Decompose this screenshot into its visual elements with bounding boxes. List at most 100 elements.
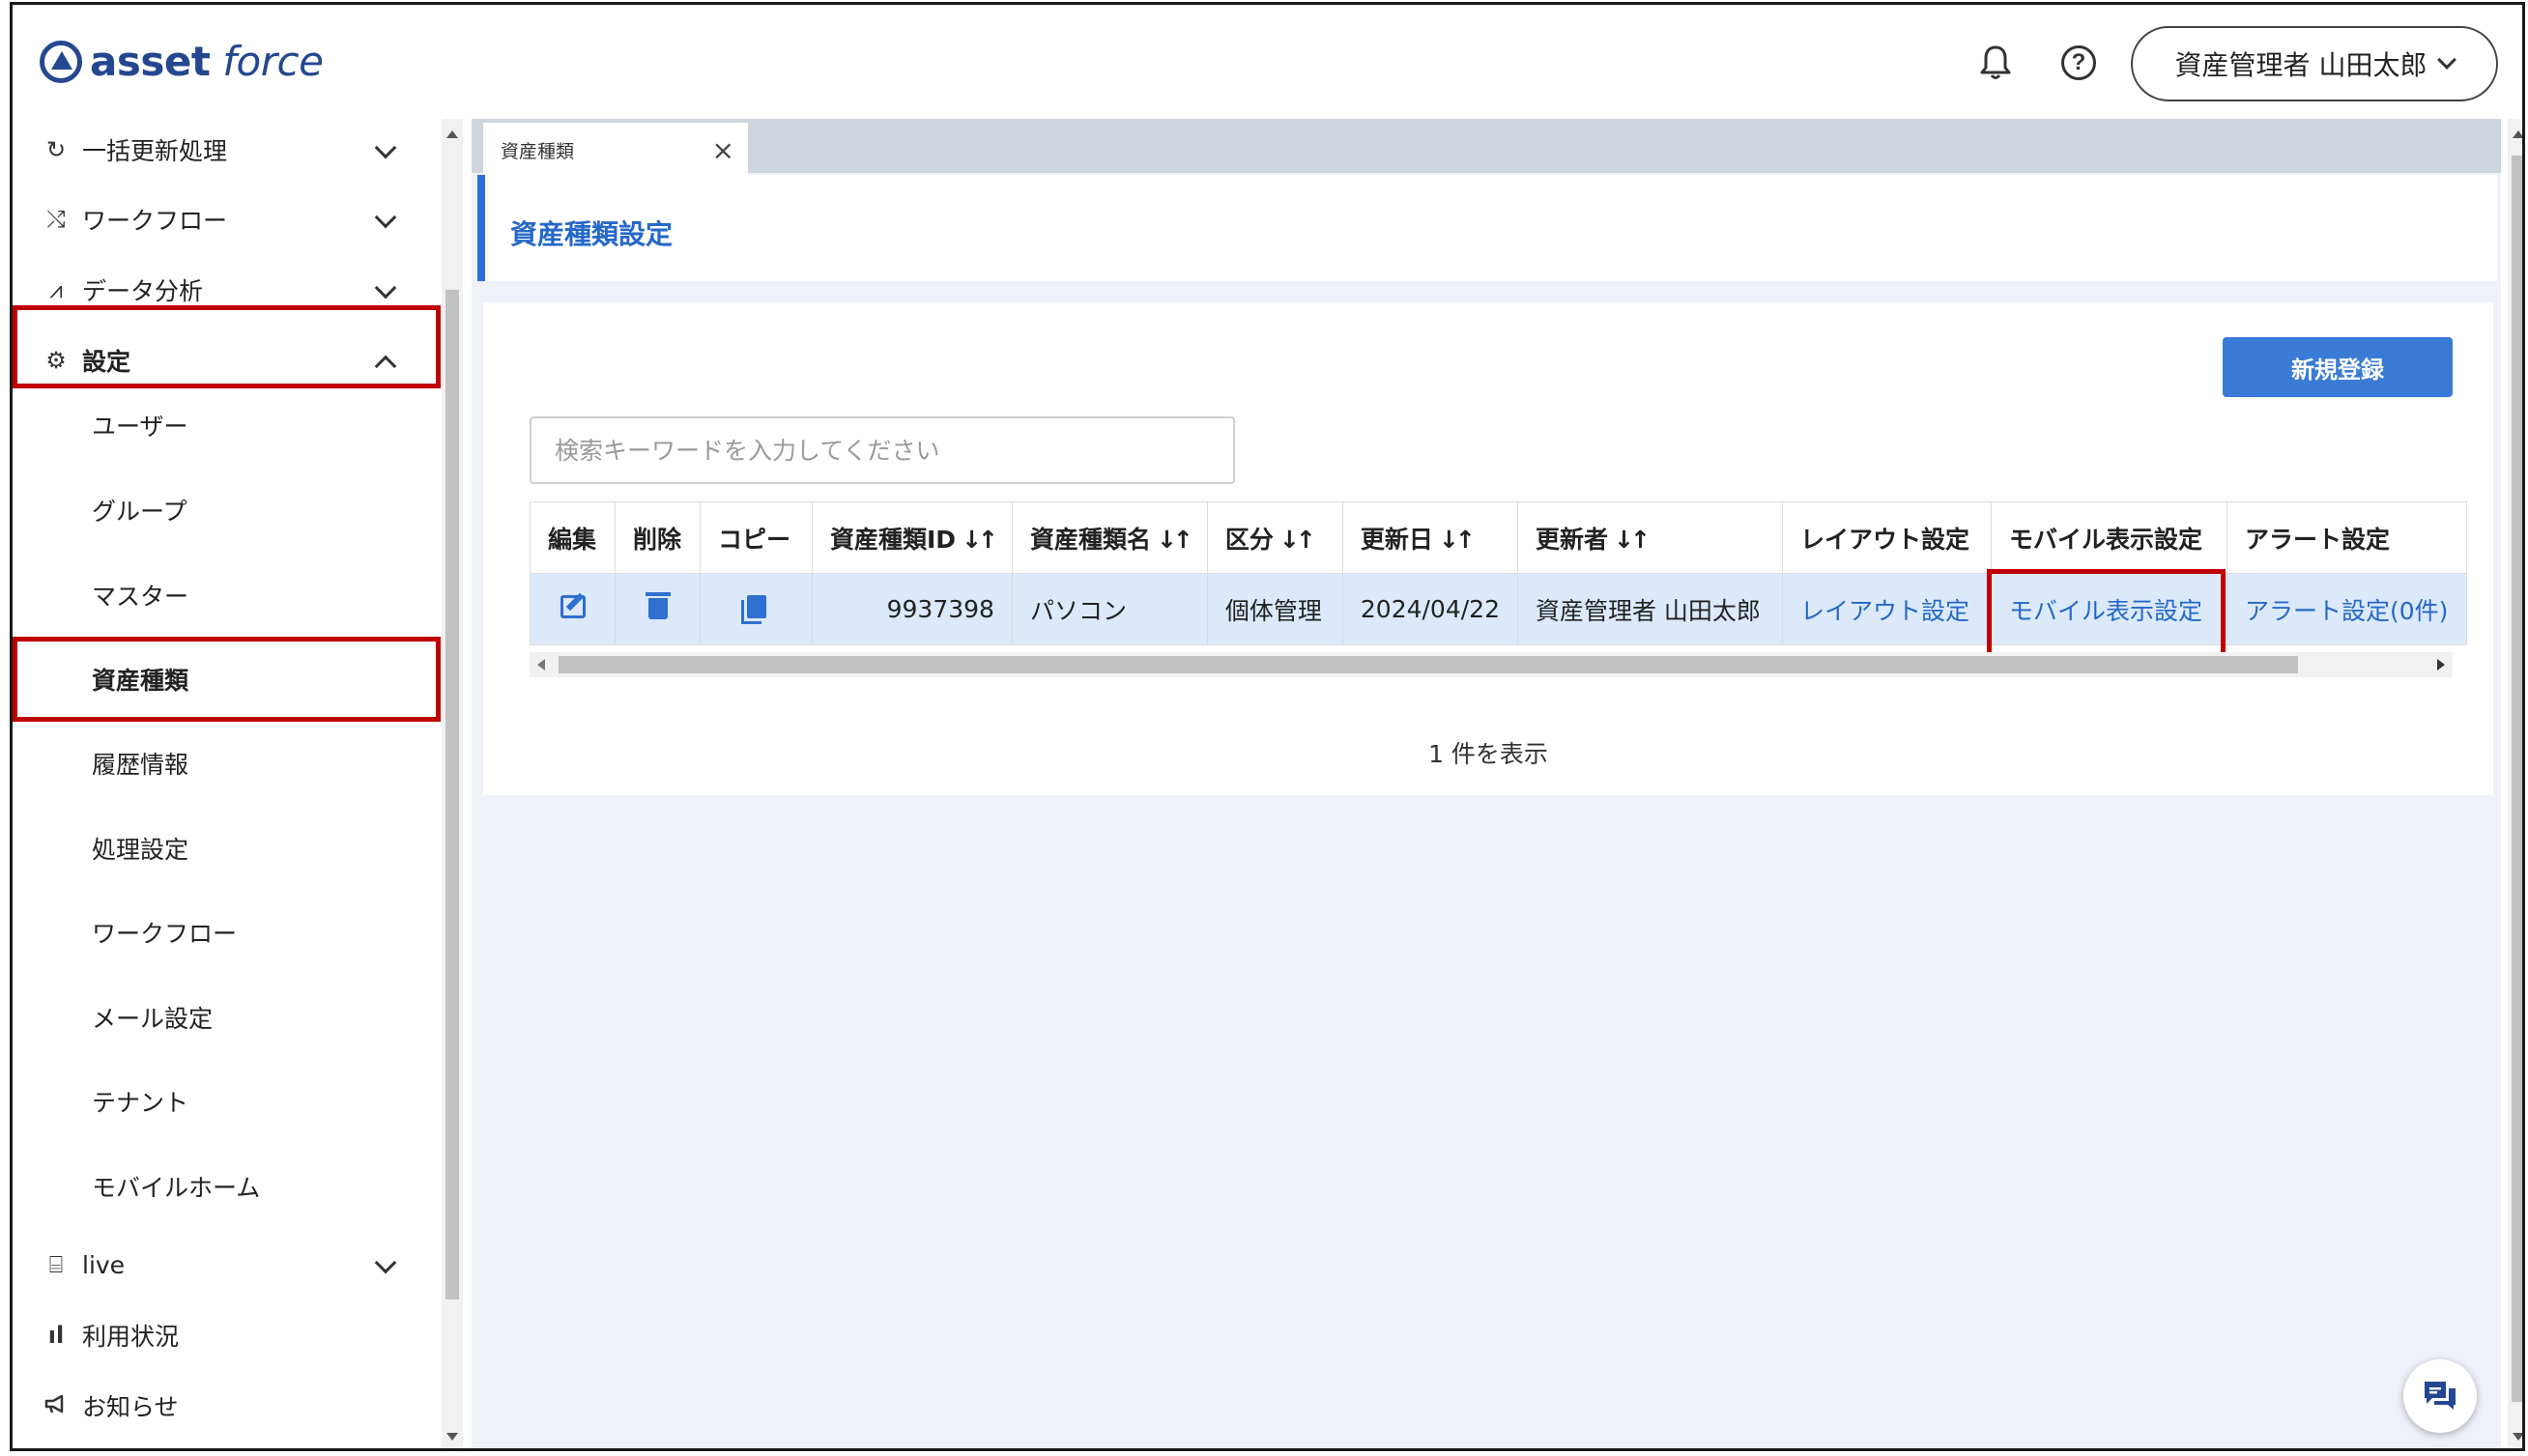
col-alert-header: アラート設定 bbox=[2226, 501, 2467, 574]
sidebar-item-usage[interactable]: ıl 利用状況 bbox=[13, 1300, 438, 1370]
sidebar-subitem-label: ワークフロー bbox=[92, 920, 238, 948]
chevron-down-icon bbox=[374, 136, 397, 159]
logo-text: asset force bbox=[90, 38, 324, 85]
edit-icon[interactable] bbox=[560, 594, 586, 618]
chat-button[interactable] bbox=[2403, 1359, 2477, 1433]
sidebar-subitem-workflow[interactable]: ワークフロー bbox=[13, 894, 438, 971]
sidebar-subitem-history[interactable]: 履歴情報 bbox=[13, 725, 438, 802]
sidebar-subitem-tenant[interactable]: テナント bbox=[13, 1063, 438, 1140]
new-registration-button[interactable]: 新規登録 bbox=[2223, 337, 2453, 397]
trash-icon[interactable] bbox=[645, 591, 671, 619]
updated-by-cell: 資産管理者 山田太郎 bbox=[1516, 573, 1783, 645]
col-asset-type-id-header[interactable]: 資産種類ID ↓↑ bbox=[812, 501, 1013, 574]
table-header-row: 編集 削除 コピー 資産種類ID ↓↑ 資産種類名 ↓↑ 区分 ↓↑ 更新日 ↓↑ 更新… bbox=[530, 501, 2467, 574]
page-title: 資産種類設定 bbox=[510, 218, 674, 250]
page-scrollbar-thumb[interactable] bbox=[2512, 156, 2522, 1402]
layout-cell: レイアウト設定 bbox=[1781, 573, 1992, 645]
megaphone-icon bbox=[42, 1393, 71, 1419]
alert-cell: アラート設定(0件) bbox=[2226, 573, 2467, 645]
chat-icon bbox=[2425, 1382, 2456, 1410]
sidebar-item-label: お知らせ bbox=[82, 1393, 179, 1421]
sort-icon: ↓↑ bbox=[1614, 525, 1651, 554]
updated-at-cell: 2024/04/22 bbox=[1341, 573, 1518, 645]
sidebar-item-notices[interactable]: お知らせ bbox=[13, 1371, 438, 1441]
page-header: 資産種類設定 bbox=[477, 175, 2497, 281]
workflow-icon: ⤭ bbox=[46, 206, 66, 233]
col-layout-header: レイアウト設定 bbox=[1781, 501, 1992, 574]
sidebar: ↻ 一括更新処理 ⤭ ワークフロー ⩘ データ分析 ⚙ 設定 ユーザー グループ… bbox=[13, 119, 463, 1448]
sidebar-subitem-label: グループ bbox=[92, 498, 187, 526]
sidebar-scrollbar-thumb[interactable] bbox=[445, 290, 459, 1299]
sidebar-subitem-label: マスター bbox=[92, 583, 189, 611]
scroll-up-arrow-icon[interactable] bbox=[2513, 130, 2522, 138]
category-cell: 個体管理 bbox=[1206, 573, 1343, 645]
table-scrollbar-thumb[interactable] bbox=[559, 656, 2298, 673]
scroll-right-arrow-icon[interactable] bbox=[2437, 659, 2445, 671]
sidebar-item-label: 利用状況 bbox=[82, 1323, 180, 1351]
layout-settings-link[interactable]: レイアウト設定 bbox=[1800, 597, 1969, 625]
scroll-down-arrow-icon[interactable] bbox=[2513, 1433, 2522, 1441]
scroll-left-arrow-icon[interactable] bbox=[537, 659, 545, 671]
sidebar-subitem-master[interactable]: マスター bbox=[13, 557, 438, 634]
sidebar-subitem-label: 履歴情報 bbox=[92, 751, 189, 779]
sidebar-item-label: ワークフロー bbox=[82, 207, 228, 235]
highlight-box bbox=[13, 305, 441, 388]
page-scrollbar[interactable] bbox=[2508, 119, 2522, 1448]
sidebar-subitem-label: 処理設定 bbox=[92, 836, 189, 864]
highlight-box bbox=[13, 637, 441, 722]
sort-icon: ↓↑ bbox=[962, 525, 998, 554]
col-mobile-header: モバイル表示設定 bbox=[1990, 501, 2227, 574]
app-window: asset force ? 資産管理者 山田太郎 ↻ 一括更新処理 ⤭ ワークフ… bbox=[10, 2, 2525, 1451]
usage-chart-icon: ıl bbox=[47, 1322, 65, 1349]
col-updated-at-header[interactable]: 更新日 ↓↑ bbox=[1341, 501, 1518, 574]
live-icon: ⌸ bbox=[48, 1251, 64, 1278]
col-asset-type-name-header[interactable]: 資産種類名 ↓↑ bbox=[1011, 501, 1208, 574]
alert-settings-link[interactable]: アラート設定(0件) bbox=[2245, 597, 2448, 625]
close-icon[interactable]: × bbox=[712, 134, 734, 166]
col-category-header[interactable]: 区分 ↓↑ bbox=[1206, 501, 1343, 574]
chevron-down-icon bbox=[374, 1251, 397, 1274]
main-content: 資産種類 × 資産種類設定 新規登録 編集 削除 コピー 資産種類ID↓↑ 資産… bbox=[472, 119, 2501, 1448]
sidebar-item-label: live bbox=[82, 1250, 126, 1279]
copy-icon[interactable] bbox=[740, 594, 766, 624]
help-icon[interactable]: ? bbox=[2057, 42, 2100, 84]
col-edit-header: 編集 bbox=[530, 501, 616, 574]
asset-type-name-cell: パソコン bbox=[1011, 573, 1208, 645]
chevron-down-icon bbox=[2437, 50, 2457, 70]
sidebar-subitem-process-settings[interactable]: 処理設定 bbox=[13, 810, 438, 887]
edit-cell[interactable] bbox=[530, 573, 616, 645]
sort-icon: ↓↑ bbox=[1438, 525, 1476, 554]
sidebar-subitem-groups[interactable]: グループ bbox=[13, 471, 438, 549]
scroll-down-arrow-icon[interactable] bbox=[446, 1433, 458, 1441]
tab-bar: 資産種類 × bbox=[472, 119, 2501, 177]
sidebar-subitem-users[interactable]: ユーザー bbox=[13, 386, 438, 464]
sidebar-subitem-mail-settings[interactable]: メール設定 bbox=[13, 979, 438, 1056]
tab-asset-types[interactable]: 資産種類 × bbox=[483, 123, 748, 177]
asset-type-id-cell: 9937398 bbox=[812, 573, 1013, 645]
user-menu-button[interactable]: 資産管理者 山田太郎 bbox=[2131, 26, 2498, 101]
sidebar-subitem-mobile-home[interactable]: モバイルホーム bbox=[13, 1148, 438, 1225]
delete-cell[interactable] bbox=[615, 573, 701, 645]
sidebar-item-label: 一括更新処理 bbox=[82, 137, 228, 165]
sidebar-item-bulk-update[interactable]: ↻ 一括更新処理 bbox=[13, 115, 438, 185]
col-delete-header: 削除 bbox=[615, 501, 701, 574]
col-updated-by-header[interactable]: 更新者 ↓↑ bbox=[1516, 501, 1783, 574]
search-input[interactable] bbox=[530, 416, 1235, 484]
scroll-up-arrow-icon[interactable] bbox=[446, 130, 458, 138]
analytics-icon: ⩘ bbox=[49, 276, 63, 303]
table-horizontal-scrollbar[interactable] bbox=[530, 652, 2453, 677]
highlight-box bbox=[1987, 569, 2226, 660]
sidebar-item-label: データ分析 bbox=[82, 277, 204, 305]
sort-icon: ↓↑ bbox=[1156, 525, 1193, 554]
app-logo[interactable]: asset force bbox=[40, 38, 324, 85]
sidebar-item-workflow[interactable]: ⤭ ワークフロー bbox=[13, 185, 438, 254]
sidebar-item-live[interactable]: ⌸ live bbox=[13, 1230, 438, 1299]
tab-label: 資産種類 bbox=[501, 140, 575, 162]
copy-cell[interactable] bbox=[700, 573, 813, 645]
top-header: asset force ? 資産管理者 山田太郎 bbox=[13, 5, 2522, 119]
chevron-down-icon bbox=[374, 206, 397, 229]
user-name: 資産管理者 山田太郎 bbox=[2174, 49, 2427, 81]
result-count: 1 件を表示 bbox=[1428, 740, 1548, 768]
notification-bell-icon[interactable] bbox=[1974, 42, 2017, 84]
refresh-icon: ↻ bbox=[45, 136, 67, 163]
